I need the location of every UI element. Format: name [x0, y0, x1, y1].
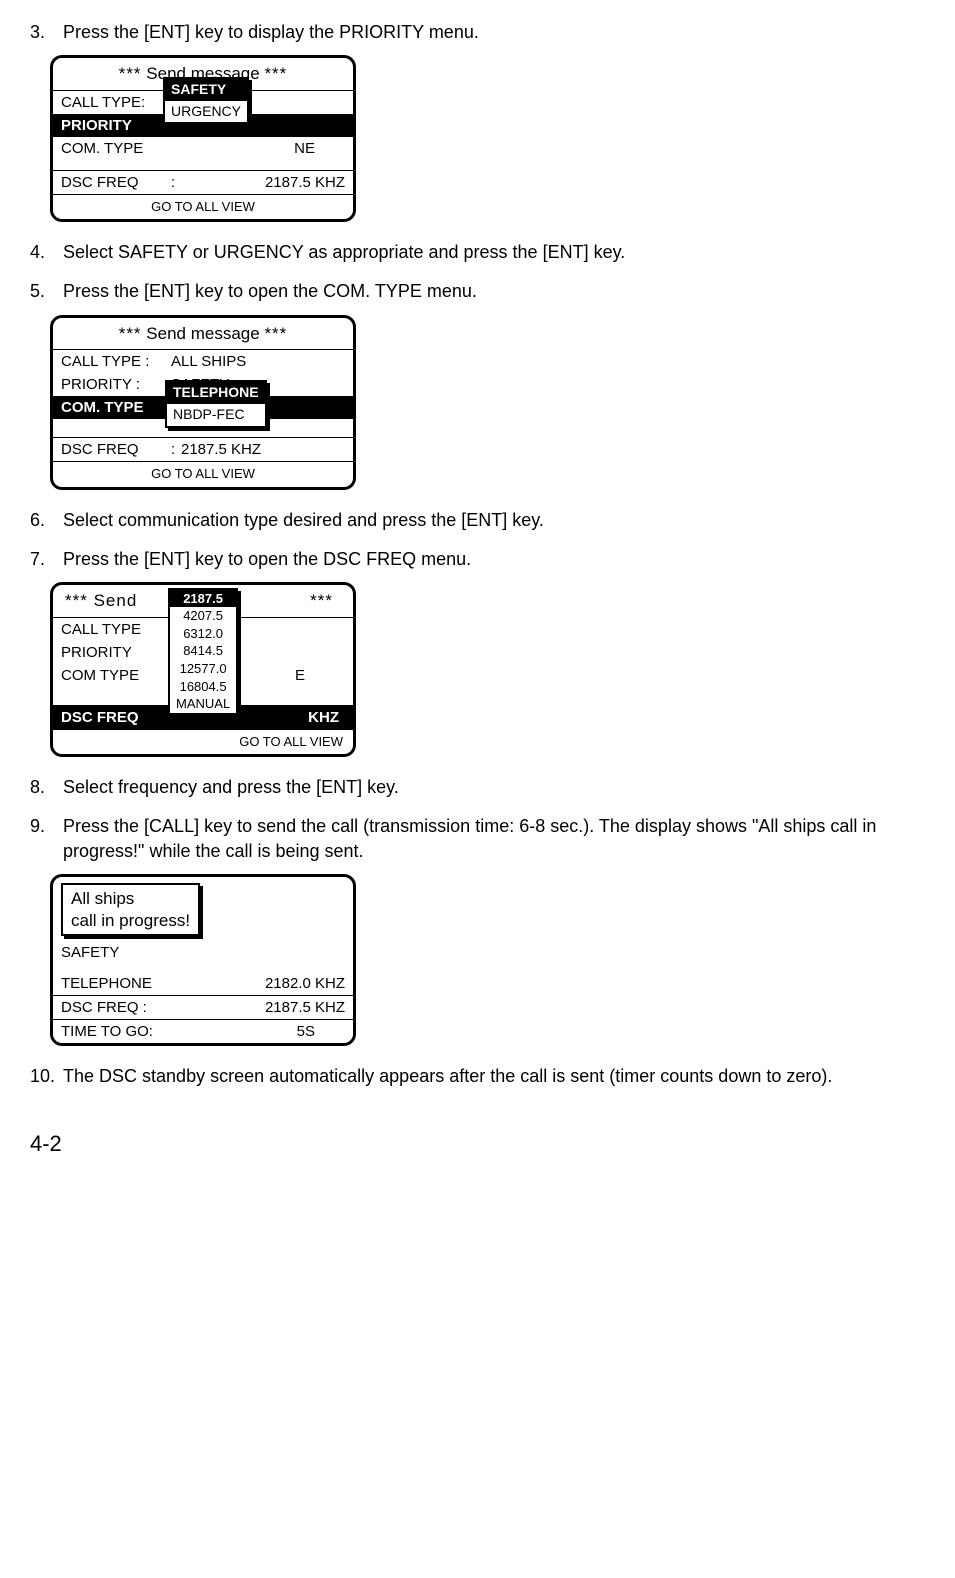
- call-type-label: CALL TYPE :: [61, 351, 171, 372]
- lcd-screen-dscfreq: *** Send *** CALL TYPE PRIORITY COM TYPE…: [50, 582, 356, 757]
- freq-option: 2187.5: [170, 590, 236, 608]
- lcd-screen-comtype: *** Send message *** CALL TYPE :ALL SHIP…: [50, 315, 356, 490]
- freq-option: 16804.5: [170, 678, 236, 696]
- com-type-label: COM. TYPE: [61, 397, 171, 418]
- priority-popup: SAFETY URGENCY: [163, 77, 249, 124]
- step-text: Select communication type desired and pr…: [63, 508, 898, 533]
- lcd-title: *** Send message ***: [53, 318, 353, 351]
- step-number: 8.: [30, 775, 58, 800]
- comtype-popup: TELEPHONE NBDP-FEC: [165, 380, 267, 427]
- safety-label: SAFETY: [61, 942, 119, 963]
- go-to-all-view: GO TO ALL VIEW: [53, 462, 353, 486]
- dsc-freq-label: DSC FREQ :: [61, 997, 171, 1018]
- com-type-label: COM. TYPE: [61, 138, 171, 159]
- telephone-freq: 2182.0 KHZ: [171, 973, 345, 994]
- freq-option: 6312.0: [170, 625, 236, 643]
- call-type-label: CALL TYPE:: [61, 92, 171, 113]
- call-type-label: CALL TYPE: [61, 619, 171, 640]
- freq-option: 4207.5: [170, 607, 236, 625]
- time-to-go-label: TIME TO GO:: [61, 1021, 171, 1042]
- freq-option-manual: MANUAL: [170, 695, 236, 713]
- go-to-all-view: GO TO ALL VIEW: [53, 195, 353, 219]
- lcd-screen-progress: All ships call in progress! SAFETY TELEP…: [50, 874, 356, 1046]
- lcd-screen-priority: *** Send message *** CALL TYPE:ALL SHIPS…: [50, 55, 356, 222]
- page-number: 4-2: [30, 1129, 915, 1160]
- priority-label: PRIORITY: [61, 642, 171, 663]
- dsc-freq-value: 2187.5 KHZ: [181, 439, 345, 460]
- step-text: The DSC standby screen automatically app…: [63, 1064, 898, 1089]
- time-to-go-value: 5S: [171, 1021, 345, 1042]
- dsc-freq-value: 2187.5 KHZ: [171, 997, 345, 1018]
- step-number: 4.: [30, 240, 58, 265]
- freq-option: 8414.5: [170, 642, 236, 660]
- step-number: 7.: [30, 547, 58, 572]
- freq-option: 12577.0: [170, 660, 236, 678]
- priority-label: PRIORITY: [61, 115, 171, 136]
- step-number: 5.: [30, 279, 58, 304]
- dsc-freq-label: DSC FREQ: [61, 439, 171, 460]
- step-number: 10.: [30, 1064, 58, 1089]
- progress-banner: All ships call in progress!: [61, 883, 200, 936]
- telephone-label: TELEPHONE: [61, 973, 171, 994]
- dsc-freq-label: DSC FREQ: [61, 707, 171, 728]
- dscfreq-popup: 2187.5 4207.5 6312.0 8414.5 12577.0 1680…: [168, 588, 238, 715]
- step-text: Select SAFETY or URGENCY as appropriate …: [63, 240, 898, 265]
- option-telephone: TELEPHONE: [167, 382, 265, 404]
- option-urgency: URGENCY: [165, 101, 247, 123]
- option-safety: SAFETY: [165, 79, 247, 101]
- step-text: Press the [ENT] key to open the DSC FREQ…: [63, 547, 898, 572]
- com-type-label: COM TYPE: [61, 665, 171, 686]
- step-text: Press the [ENT] key to open the COM. TYP…: [63, 279, 898, 304]
- option-nbdp-fec: NBDP-FEC: [167, 404, 265, 426]
- step-text: Press the [CALL] key to send the call (t…: [63, 814, 898, 864]
- priority-label: PRIORITY :: [61, 374, 171, 395]
- step-text: Press the [ENT] key to display the PRIOR…: [63, 20, 898, 45]
- step-number: 3.: [30, 20, 58, 45]
- go-to-all-view: GO TO ALL VIEW: [53, 730, 353, 754]
- step-text: Select frequency and press the [ENT] key…: [63, 775, 898, 800]
- step-number: 6.: [30, 508, 58, 533]
- dsc-freq-value: 2187.5 KHZ: [191, 172, 345, 193]
- dsc-freq-label: DSC FREQ: [61, 172, 171, 193]
- step-number: 9.: [30, 814, 58, 839]
- call-type-value: ALL SHIPS: [171, 351, 345, 372]
